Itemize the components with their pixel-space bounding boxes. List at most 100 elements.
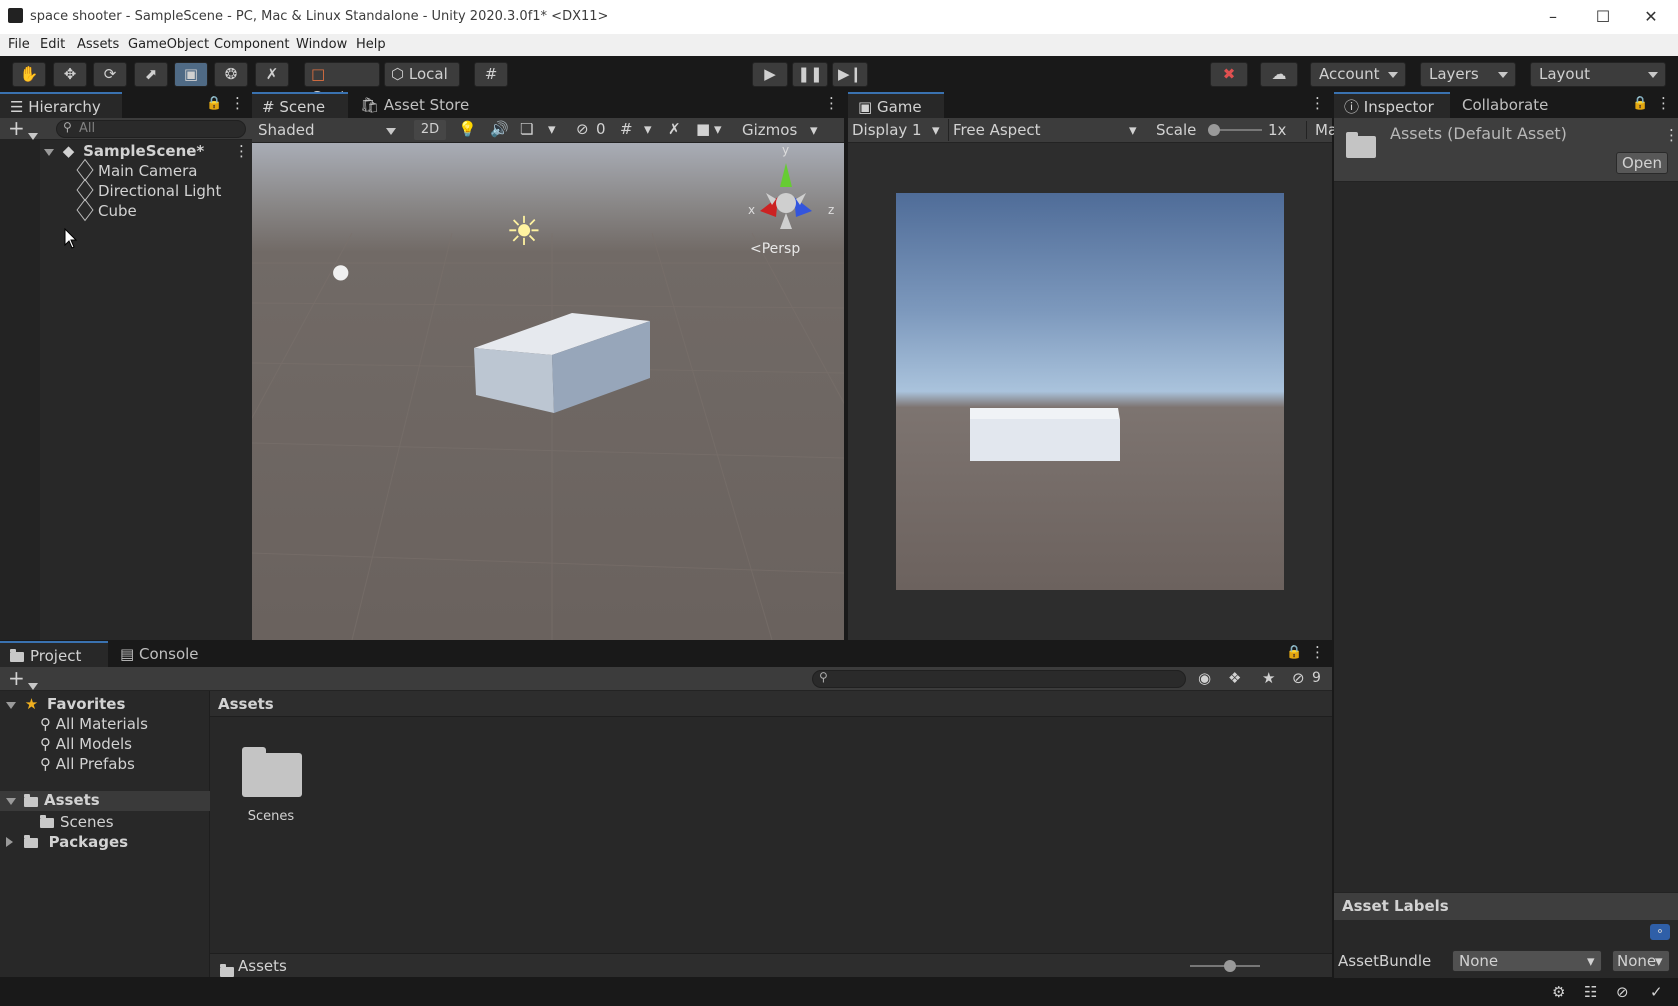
tab-collaborate[interactable]: Collaborate: [1452, 92, 1572, 118]
lock-icon[interactable]: 🔒: [1286, 645, 1302, 660]
aspect-dropdown[interactable]: Free Aspect ▾: [948, 119, 1144, 141]
menu-help[interactable]: Help: [356, 37, 386, 52]
breadcrumb-assets[interactable]: Assets: [218, 695, 274, 713]
pivot-center-button[interactable]: □ Center: [304, 62, 380, 106]
hidden-objects-icon[interactable]: ⊘: [576, 120, 589, 138]
cache-server-icon[interactable]: ☷: [1584, 983, 1597, 1001]
packages-folder-row[interactable]: Packages: [6, 833, 128, 851]
hidden-packages-icon[interactable]: ⊘: [1292, 669, 1305, 687]
orientation-gizmo-icon[interactable]: [730, 143, 840, 243]
game-viewport[interactable]: [896, 193, 1284, 590]
tree-item-cube[interactable]: Cube: [76, 198, 137, 222]
kebab-menu-icon[interactable]: ⋮: [1310, 94, 1325, 112]
kebab-menu-icon[interactable]: ⋮: [1664, 126, 1678, 144]
pause-button[interactable]: ❚❚: [792, 62, 828, 87]
scene-row[interactable]: ◆ SampleScene* ⋮: [44, 142, 250, 161]
tab-console[interactable]: ▤ Console: [110, 641, 218, 667]
scale-tool-icon[interactable]: ⬈: [134, 62, 168, 87]
expand-arrow-icon[interactable]: [6, 702, 16, 709]
scale-slider-handle[interactable]: [1208, 124, 1220, 136]
add-icon[interactable]: +: [8, 116, 25, 140]
close-icon[interactable]: ✕: [1628, 4, 1674, 30]
favorite-star-icon[interactable]: ★: [1262, 669, 1275, 687]
camera-icon[interactable]: ■: [696, 120, 710, 138]
project-search-input[interactable]: ⚲: [812, 670, 1186, 688]
lock-icon[interactable]: 🔒: [1632, 96, 1648, 111]
hand-tool-icon[interactable]: ✋: [12, 62, 46, 87]
favorites-row[interactable]: ★ Favorites: [6, 695, 125, 713]
layout-dropdown[interactable]: Layout: [1530, 62, 1666, 87]
layers-dropdown[interactable]: Layers: [1420, 62, 1516, 87]
shading-mode-dropdown[interactable]: Shaded: [258, 119, 404, 141]
menu-assets[interactable]: Assets: [77, 37, 119, 52]
gizmos-dropdown[interactable]: Gizmos ▾: [742, 119, 828, 141]
folder-item-scenes[interactable]: Scenes: [40, 813, 114, 831]
favorite-item-models[interactable]: ⚲ All Models: [40, 735, 132, 753]
tab-asset-store[interactable]: 🛍 Asset Store: [350, 92, 480, 118]
tab-game[interactable]: ▣ Game: [848, 92, 944, 118]
favorite-item-prefabs[interactable]: ⚲ All Prefabs: [40, 755, 135, 773]
directional-light-icon[interactable]: ☀: [506, 209, 542, 255]
tree-item-main-camera[interactable]: Main Camera: [76, 158, 197, 182]
auto-generate-lighting-icon[interactable]: ⊘: [1616, 983, 1629, 1001]
icon-size-slider[interactable]: [1190, 960, 1260, 972]
camera-gizmo-icon[interactable]: ●: [332, 259, 349, 283]
maximize-icon[interactable]: ☐: [1580, 4, 1626, 30]
tab-project[interactable]: Project: [0, 641, 108, 667]
tools-icon[interactable]: ✗: [668, 120, 681, 138]
custom-tool-icon[interactable]: ✗: [255, 62, 289, 87]
menu-window[interactable]: Window: [296, 37, 347, 52]
account-dropdown[interactable]: Account: [1310, 62, 1406, 87]
move-tool-icon[interactable]: ✥: [53, 62, 87, 87]
step-button[interactable]: ▶❙: [832, 62, 868, 87]
scale-slider[interactable]: [1208, 124, 1262, 136]
lock-icon[interactable]: 🔒: [206, 96, 222, 111]
maximize-on-play-toggle[interactable]: Ma: [1306, 121, 1337, 139]
grid-toggle-icon[interactable]: #: [620, 120, 633, 138]
minimize-icon[interactable]: –: [1530, 4, 1576, 30]
hierarchy-search-input[interactable]: ⚲ All: [56, 120, 246, 138]
scene-viewport[interactable]: ☀ ● y x z <Persp: [252, 143, 844, 640]
rect-tool-icon[interactable]: ▣: [174, 62, 208, 87]
grid-item-scenes[interactable]: Scenes: [236, 743, 306, 833]
kebab-menu-icon[interactable]: ⋮: [1656, 94, 1671, 112]
audio-icon[interactable]: 🔊: [490, 120, 509, 138]
menu-gameobject[interactable]: GameObject: [128, 37, 209, 52]
mode-2d-toggle[interactable]: 2D: [414, 120, 446, 140]
bug-icon[interactable]: ⚙: [1552, 983, 1565, 1001]
progress-check-icon[interactable]: ✓: [1650, 983, 1663, 1001]
menu-edit[interactable]: Edit: [40, 37, 65, 52]
expand-arrow-icon[interactable]: [44, 149, 54, 156]
expand-arrow-icon[interactable]: [6, 837, 13, 847]
tree-item-directional-light[interactable]: Directional Light: [76, 178, 221, 202]
assets-folder-row[interactable]: Assets: [0, 791, 210, 811]
filter-by-type-icon[interactable]: ◉: [1198, 669, 1211, 687]
expand-arrow-icon[interactable]: [6, 798, 16, 805]
kebab-menu-icon[interactable]: ⋮: [824, 94, 839, 112]
rotate-tool-icon[interactable]: ⟳: [93, 62, 127, 87]
play-button[interactable]: ▶: [752, 62, 788, 87]
icon-size-slider-handle[interactable]: [1224, 960, 1236, 972]
favorite-item-materials[interactable]: ⚲ All Materials: [40, 715, 148, 733]
chevron-down-icon[interactable]: ▾: [714, 120, 722, 138]
grid-snap-icon[interactable]: #: [474, 62, 508, 87]
pivot-local-button[interactable]: ⬡ Local: [384, 62, 460, 87]
filter-by-label-icon[interactable]: ❖: [1228, 669, 1241, 687]
assetbundle-variant-dropdown[interactable]: None ▾: [1612, 950, 1670, 972]
menu-component[interactable]: Component: [214, 37, 289, 52]
collab-icon[interactable]: ✖: [1210, 62, 1248, 87]
tab-inspector[interactable]: ⓘ Inspector: [1334, 92, 1450, 118]
assetbundle-dropdown[interactable]: None ▾: [1452, 950, 1602, 972]
projection-toggle[interactable]: <Persp: [750, 241, 800, 257]
kebab-menu-icon[interactable]: ⋮: [234, 142, 249, 161]
kebab-menu-icon[interactable]: ⋮: [1310, 643, 1325, 661]
tag-icon[interactable]: ⚬: [1650, 924, 1670, 940]
menu-file[interactable]: File: [8, 37, 30, 52]
display-dropdown[interactable]: Display 1 ▾: [852, 119, 944, 141]
chevron-down-icon[interactable]: ▾: [548, 120, 556, 138]
transform-tool-icon[interactable]: ❂: [214, 62, 248, 87]
open-button[interactable]: Open: [1616, 152, 1668, 174]
tab-scene[interactable]: # Scene: [252, 92, 348, 118]
chevron-down-icon[interactable]: ▾: [644, 120, 652, 138]
effects-icon[interactable]: ❏: [520, 120, 533, 138]
